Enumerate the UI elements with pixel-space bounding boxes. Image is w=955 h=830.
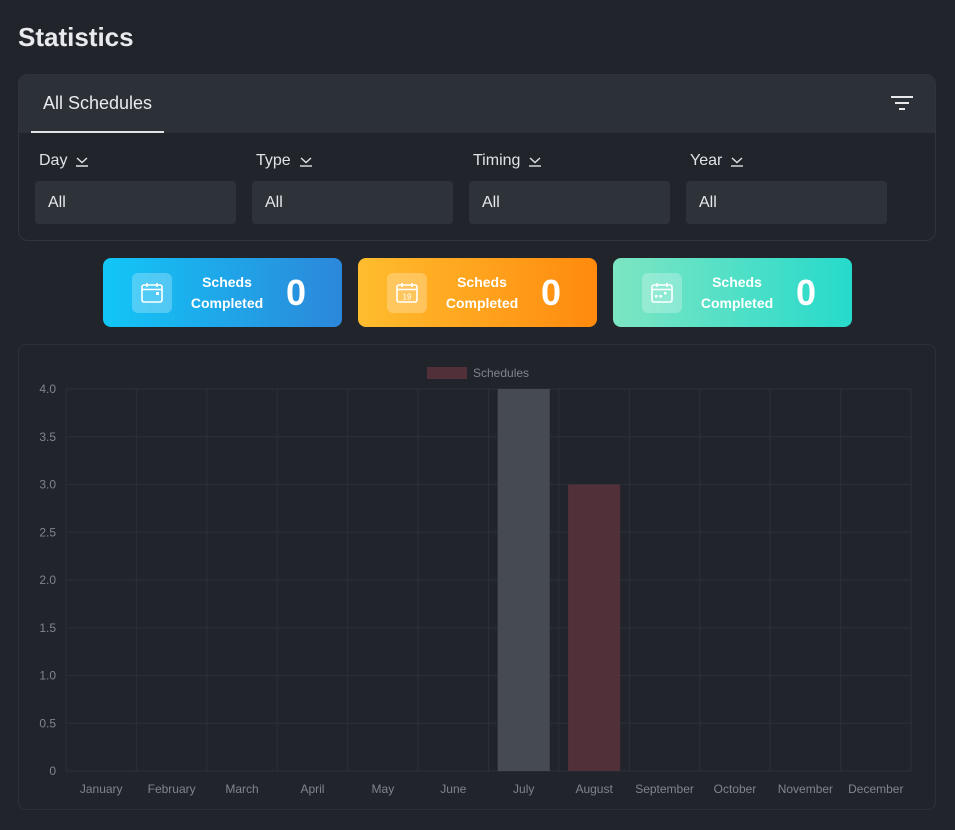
x-tick-label: January [80, 782, 123, 796]
y-tick-label: 3.0 [39, 478, 56, 492]
chevron-down-icon [731, 157, 744, 167]
day-select[interactable]: All [35, 181, 236, 224]
calendar-blank-icon [132, 272, 172, 313]
y-tick-label: 3.5 [39, 430, 56, 444]
y-tick-label: 2.0 [39, 573, 56, 587]
y-tick-label: 1.0 [39, 669, 56, 683]
x-tick-label: April [300, 782, 324, 796]
legend-label: Schedules [473, 366, 529, 380]
x-tick-label: December [848, 782, 903, 796]
filter-card: All Schedules Day All Type All Timing Al… [18, 74, 936, 241]
stat-card-orange: 19 Scheds Completed 0 [358, 258, 597, 327]
tab-all-schedules[interactable]: All Schedules [31, 75, 164, 133]
chevron-down-icon [299, 157, 312, 167]
chart-card: 0 0.5 1.0 1.5 2.0 2.5 3.0 3.5 4.0 January February… [18, 344, 936, 810]
stat-value: 0 [541, 271, 562, 313]
filter-type: Type All [252, 149, 453, 224]
calendar-dots-icon [642, 272, 682, 313]
x-tick-label: September [635, 782, 694, 796]
x-tick-label: March [225, 782, 258, 796]
filter-timing-label[interactable]: Timing [473, 149, 670, 173]
filter-type-label[interactable]: Type [256, 149, 453, 173]
svg-text:19: 19 [403, 292, 412, 301]
y-tick-label: 2.5 [39, 525, 56, 539]
x-tick-label: July [513, 782, 534, 796]
x-tick-label: October [714, 782, 757, 796]
filter-type-text: Type [256, 152, 291, 169]
stat-label: Scheds Completed [172, 272, 282, 314]
stat-label: Scheds Completed [682, 272, 792, 314]
legend-swatch [427, 367, 467, 379]
timing-select[interactable]: All [469, 181, 670, 224]
x-tick-label: November [778, 782, 833, 796]
filter-timing: Timing All [469, 149, 670, 224]
filter-tabbar: All Schedules [19, 75, 935, 133]
stat-value: 0 [286, 271, 307, 313]
x-tick-label: June [440, 782, 466, 796]
filter-icon[interactable] [891, 94, 913, 112]
filter-day: Day All [35, 149, 236, 224]
chevron-down-icon [529, 157, 542, 167]
x-tick-label: February [148, 782, 196, 796]
y-tick-label: 1.5 [39, 621, 56, 635]
chevron-down-icon [76, 157, 89, 167]
stat-label-line2: Completed [445, 294, 519, 311]
year-select[interactable]: All [686, 181, 887, 224]
schedules-bar-chart: 0 0.5 1.0 1.5 2.0 2.5 3.0 3.5 4.0 January February… [39, 366, 912, 796]
stat-label-line1: Scheds [457, 273, 507, 290]
y-tick-label: 0 [49, 764, 56, 778]
filter-timing-text: Timing [473, 152, 521, 169]
stat-card-teal: Scheds Completed 0 [613, 258, 852, 327]
stat-label-line1: Scheds [202, 273, 252, 290]
stat-label-line2: Completed [190, 294, 264, 311]
bar-august [568, 484, 621, 771]
type-select[interactable]: All [252, 181, 453, 224]
filter-year: Year All [686, 149, 887, 224]
filter-day-label[interactable]: Day [39, 149, 236, 173]
stat-label-line2: Completed [700, 294, 774, 311]
bar-july [497, 389, 550, 771]
calendar-19-icon: 19 [387, 272, 427, 313]
stat-card-blue: Scheds Completed 0 [103, 258, 342, 327]
page-title: Statistics [18, 22, 134, 52]
stat-value: 0 [796, 271, 817, 313]
stat-label-line1: Scheds [712, 273, 762, 290]
y-tick-label: 4.0 [39, 382, 56, 396]
filter-year-text: Year [690, 152, 723, 169]
filter-day-text: Day [39, 152, 68, 169]
x-tick-label: May [372, 782, 395, 796]
y-tick-label: 0.5 [39, 716, 56, 730]
x-tick-label: August [575, 782, 613, 796]
filter-year-label[interactable]: Year [690, 149, 887, 173]
stat-label: Scheds Completed [427, 272, 537, 314]
